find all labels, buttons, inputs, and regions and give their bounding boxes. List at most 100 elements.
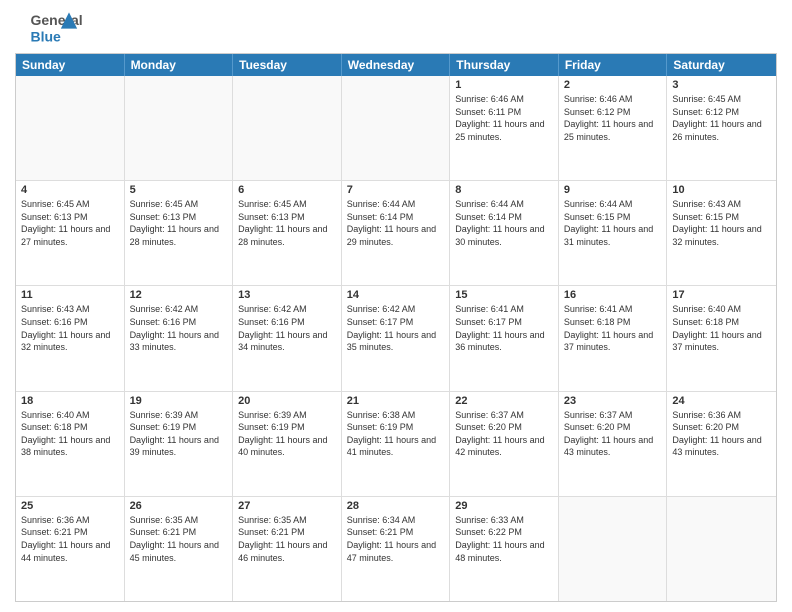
day-number-14: 14: [347, 289, 445, 301]
day-12: 12 Sunrise: 6:42 AMSunset: 6:16 PMDayligh…: [125, 286, 234, 390]
calendar-header: SundayMondayTuesdayWednesdayThursdayFrid…: [16, 54, 776, 76]
day-13: 13Sunrise: 6:42 AMSunset: 6:16 PMDayligh…: [233, 286, 342, 390]
day-19: 19 Sunrise: 6:39 AMSunset: 6:19 PMDayligh…: [125, 392, 234, 496]
day-number-10: 10: [672, 184, 771, 196]
day-info-17: Sunrise: 6:40 AMSunset: 6:18 PMDaylight:…: [672, 303, 771, 353]
day-20: 20 Sunrise: 6:39 AMSunset: 6:19 PMDayligh…: [233, 392, 342, 496]
day-number-6: 6: [238, 184, 336, 196]
day-info-24: Sunrise: 6:36 AMSunset: 6:20 PMDaylight:…: [672, 409, 771, 459]
day-number-22: 22: [455, 395, 553, 407]
day-5: 5 Sunrise: 6:45 AMSunset: 6:13 PMDaylight…: [125, 181, 234, 285]
day-number-29: 29: [455, 500, 553, 512]
day-26: 26 Sunrise: 6:35 AMSunset: 6:21 PMDayligh…: [125, 497, 234, 601]
day-info-18: Sunrise: 6:40 AMSunset: 6:18 PMDaylight:…: [21, 409, 119, 459]
header-day-friday: Friday: [559, 54, 668, 76]
empty-cell: [233, 76, 342, 180]
day-number-23: 23: [564, 395, 662, 407]
day-info-7: Sunrise: 6:44 AMSunset: 6:14 PMDaylight:…: [347, 198, 445, 248]
day-number-24: 24: [672, 395, 771, 407]
day-info-12: Sunrise: 6:42 AMSunset: 6:16 PMDaylight:…: [130, 303, 228, 353]
day-29: 29 Sunrise: 6:33 AMSunset: 6:22 PMDayligh…: [450, 497, 559, 601]
header-day-tuesday: Tuesday: [233, 54, 342, 76]
day-number-12: 12: [130, 289, 228, 301]
day-number-13: 13: [238, 289, 336, 301]
day-info-20: Sunrise: 6:39 AMSunset: 6:19 PMDaylight:…: [238, 409, 336, 459]
day-info-3: Sunrise: 6:45 AMSunset: 6:12 PMDaylight:…: [672, 93, 771, 143]
day-number-19: 19: [130, 395, 228, 407]
day-28: 28Sunrise: 6:34 AMSunset: 6:21 PMDayligh…: [342, 497, 451, 601]
calendar: SundayMondayTuesdayWednesdayThursdayFrid…: [15, 53, 777, 602]
day-info-4: Sunrise: 6:45 AMSunset: 6:13 PMDaylight:…: [21, 198, 119, 248]
logo-icon: General Blue: [15, 10, 95, 45]
day-2: 2Sunrise: 6:46 AMSunset: 6:12 PMDaylight…: [559, 76, 668, 180]
day-18: 18 Sunrise: 6:40 AMSunset: 6:18 PMDayligh…: [16, 392, 125, 496]
day-11: 11 Sunrise: 6:43 AMSunset: 6:16 PMDayligh…: [16, 286, 125, 390]
day-number-26: 26: [130, 500, 228, 512]
day-number-2: 2: [564, 79, 662, 91]
day-info-19: Sunrise: 6:39 AMSunset: 6:19 PMDaylight:…: [130, 409, 228, 459]
logo: General Blue: [15, 10, 95, 45]
header-day-monday: Monday: [125, 54, 234, 76]
day-15: 15Sunrise: 6:41 AMSunset: 6:17 PMDayligh…: [450, 286, 559, 390]
day-number-20: 20: [238, 395, 336, 407]
header-day-wednesday: Wednesday: [342, 54, 451, 76]
week-row-5: 25 Sunrise: 6:36 AMSunset: 6:21 PMDayligh…: [16, 497, 776, 601]
day-number-7: 7: [347, 184, 445, 196]
day-4: 4 Sunrise: 6:45 AMSunset: 6:13 PMDaylight…: [16, 181, 125, 285]
empty-cell: [125, 76, 234, 180]
day-1: 1 Sunrise: 6:46 AMSunset: 6:11 PMDaylight…: [450, 76, 559, 180]
week-row-4: 18 Sunrise: 6:40 AMSunset: 6:18 PMDayligh…: [16, 392, 776, 497]
day-number-15: 15: [455, 289, 553, 301]
empty-cell: [559, 497, 668, 601]
day-25: 25 Sunrise: 6:36 AMSunset: 6:21 PMDayligh…: [16, 497, 125, 601]
day-9: 9Sunrise: 6:44 AMSunset: 6:15 PMDaylight…: [559, 181, 668, 285]
day-3: 3 Sunrise: 6:45 AMSunset: 6:12 PMDaylight…: [667, 76, 776, 180]
day-number-11: 11: [21, 289, 119, 301]
week-row-1: 1 Sunrise: 6:46 AMSunset: 6:11 PMDaylight…: [16, 76, 776, 181]
day-number-18: 18: [21, 395, 119, 407]
day-number-17: 17: [672, 289, 771, 301]
day-7: 7 Sunrise: 6:44 AMSunset: 6:14 PMDaylight…: [342, 181, 451, 285]
week-row-2: 4 Sunrise: 6:45 AMSunset: 6:13 PMDaylight…: [16, 181, 776, 286]
day-8: 8Sunrise: 6:44 AMSunset: 6:14 PMDaylight…: [450, 181, 559, 285]
day-info-29: Sunrise: 6:33 AMSunset: 6:22 PMDaylight:…: [455, 514, 553, 564]
day-info-25: Sunrise: 6:36 AMSunset: 6:21 PMDaylight:…: [21, 514, 119, 564]
day-17: 17 Sunrise: 6:40 AMSunset: 6:18 PMDayligh…: [667, 286, 776, 390]
day-number-5: 5: [130, 184, 228, 196]
day-21: 21 Sunrise: 6:38 AMSunset: 6:19 PMDayligh…: [342, 392, 451, 496]
day-10: 10Sunrise: 6:43 AMSunset: 6:15 PMDayligh…: [667, 181, 776, 285]
day-24: 24 Sunrise: 6:36 AMSunset: 6:20 PMDayligh…: [667, 392, 776, 496]
day-number-1: 1: [455, 79, 553, 91]
calendar-page: General Blue SundayMondayTuesdayWednesda…: [0, 0, 792, 612]
day-info-11: Sunrise: 6:43 AMSunset: 6:16 PMDaylight:…: [21, 303, 119, 353]
day-info-14: Sunrise: 6:42 AMSunset: 6:17 PMDaylight:…: [347, 303, 445, 353]
calendar-body: 1 Sunrise: 6:46 AMSunset: 6:11 PMDaylight…: [16, 76, 776, 601]
day-info-26: Sunrise: 6:35 AMSunset: 6:21 PMDaylight:…: [130, 514, 228, 564]
header-day-sunday: Sunday: [16, 54, 125, 76]
day-number-16: 16: [564, 289, 662, 301]
day-info-5: Sunrise: 6:45 AMSunset: 6:13 PMDaylight:…: [130, 198, 228, 248]
day-number-3: 3: [672, 79, 771, 91]
day-number-21: 21: [347, 395, 445, 407]
header: General Blue: [15, 10, 777, 45]
svg-text:Blue: Blue: [31, 28, 62, 44]
day-number-8: 8: [455, 184, 553, 196]
day-info-27: Sunrise: 6:35 AMSunset: 6:21 PMDaylight:…: [238, 514, 336, 564]
day-number-4: 4: [21, 184, 119, 196]
day-info-22: Sunrise: 6:37 AMSunset: 6:20 PMDaylight:…: [455, 409, 553, 459]
day-6: 6Sunrise: 6:45 AMSunset: 6:13 PMDaylight…: [233, 181, 342, 285]
day-info-23: Sunrise: 6:37 AMSunset: 6:20 PMDaylight:…: [564, 409, 662, 459]
header-day-thursday: Thursday: [450, 54, 559, 76]
week-row-3: 11 Sunrise: 6:43 AMSunset: 6:16 PMDayligh…: [16, 286, 776, 391]
empty-cell: [667, 497, 776, 601]
day-27: 27Sunrise: 6:35 AMSunset: 6:21 PMDayligh…: [233, 497, 342, 601]
header-day-saturday: Saturday: [667, 54, 776, 76]
day-16: 16Sunrise: 6:41 AMSunset: 6:18 PMDayligh…: [559, 286, 668, 390]
day-14: 14 Sunrise: 6:42 AMSunset: 6:17 PMDayligh…: [342, 286, 451, 390]
day-number-28: 28: [347, 500, 445, 512]
day-22: 22 Sunrise: 6:37 AMSunset: 6:20 PMDayligh…: [450, 392, 559, 496]
day-info-1: Sunrise: 6:46 AMSunset: 6:11 PMDaylight:…: [455, 93, 553, 143]
day-number-25: 25: [21, 500, 119, 512]
day-23: 23 Sunrise: 6:37 AMSunset: 6:20 PMDayligh…: [559, 392, 668, 496]
day-info-21: Sunrise: 6:38 AMSunset: 6:19 PMDaylight:…: [347, 409, 445, 459]
